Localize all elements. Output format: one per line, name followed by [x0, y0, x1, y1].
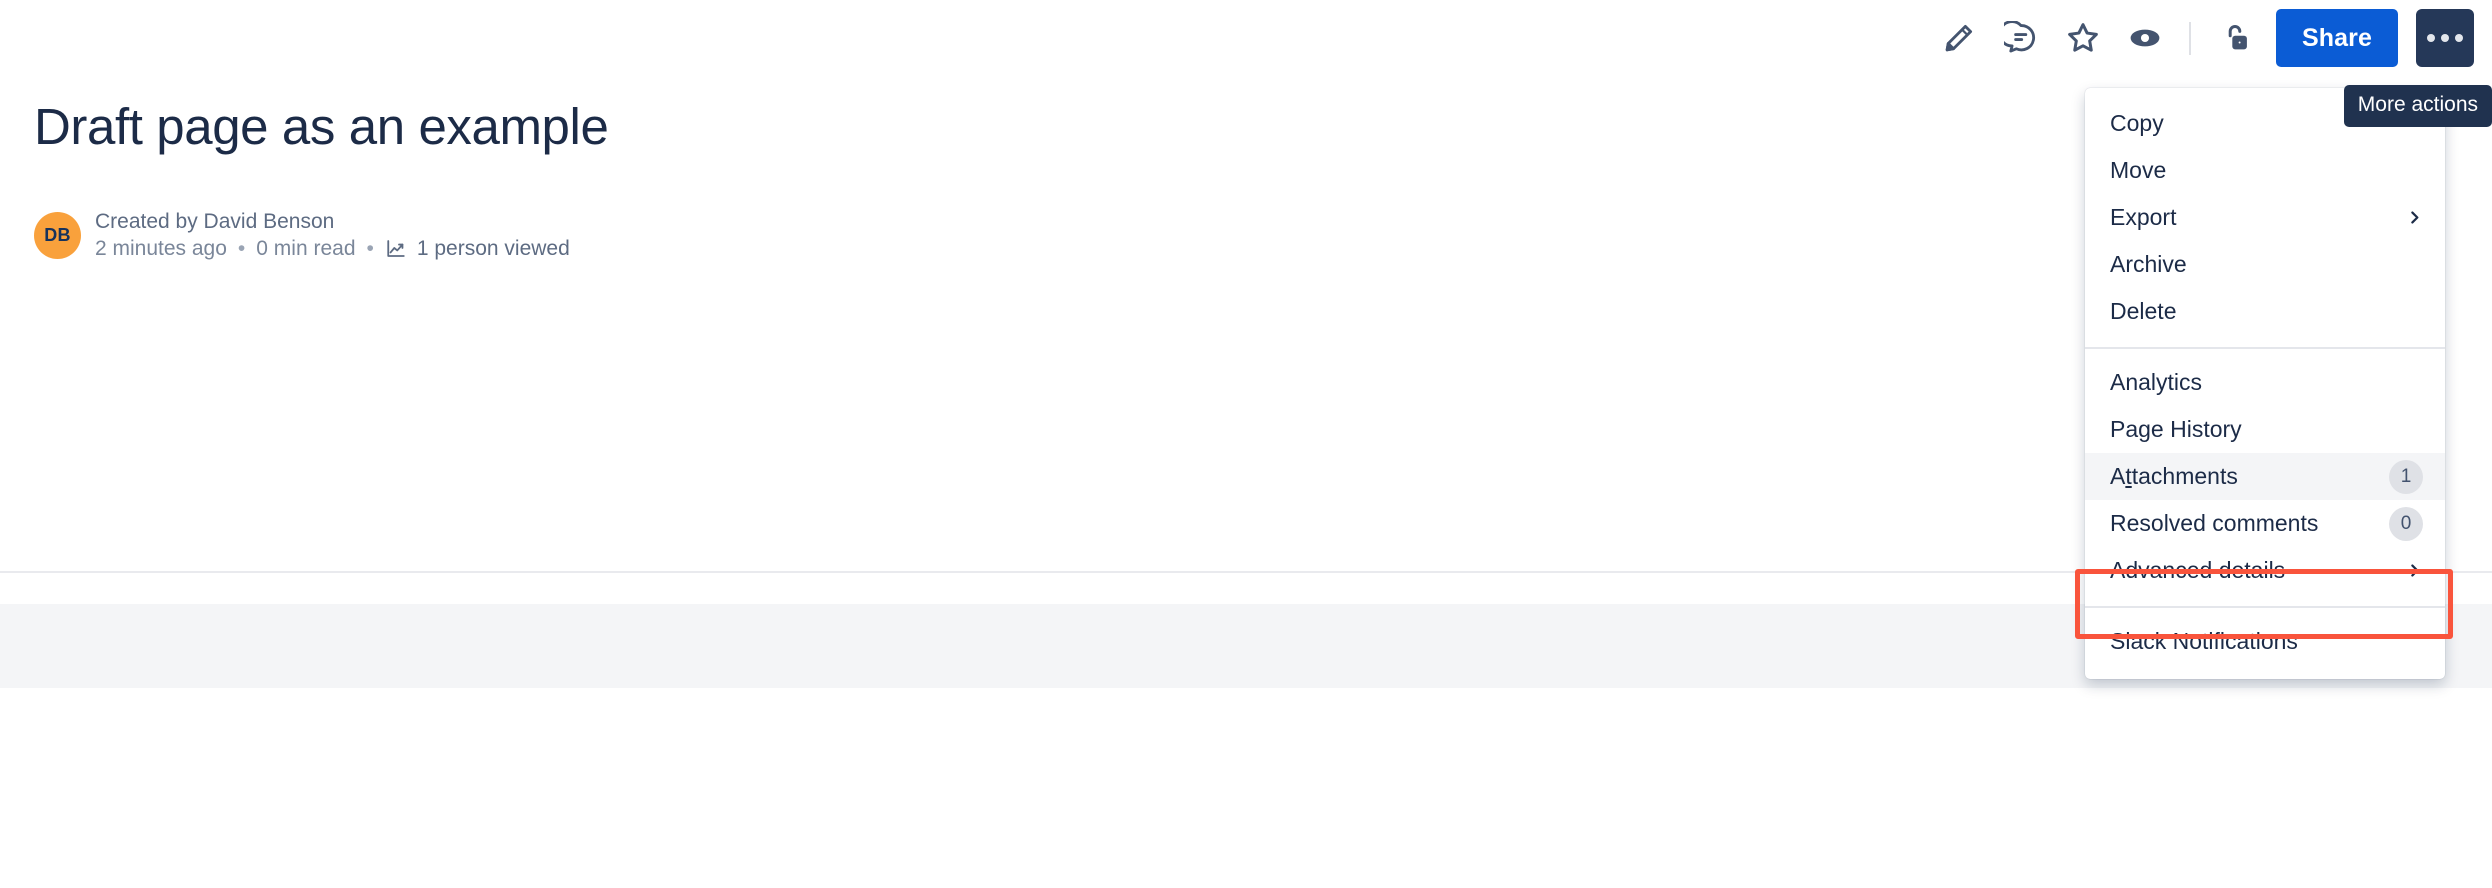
menu-item-label: Move — [2110, 157, 2167, 183]
menu-item-label: Page History — [2110, 416, 2242, 442]
menu-item-slack-notifications[interactable]: Slack Notifications — [2085, 618, 2445, 665]
menu-item-label: Export — [2110, 204, 2177, 230]
menu-item-move[interactable]: Move — [2085, 147, 2445, 194]
menu-item-label: Analytics — [2110, 369, 2203, 395]
page-title: Draft page as an example — [34, 98, 609, 155]
read-time-label: 0 min read — [256, 237, 356, 260]
menu-item-label: Resolved comments — [2110, 510, 2319, 536]
views-label: 1 person viewed — [416, 237, 570, 260]
menu-separator — [2085, 606, 2445, 608]
menu-item-attachments[interactable]: Attachments 1 — [2085, 453, 2445, 500]
menu-item-export[interactable]: Export — [2085, 194, 2445, 241]
edit-pencil-icon-button[interactable] — [1928, 7, 1990, 69]
unlocked-padlock-icon — [2218, 21, 2252, 55]
menu-item-label: Advanced details — [2110, 557, 2286, 583]
chevron-right-icon — [2405, 562, 2423, 579]
comment-icon — [2004, 21, 2038, 55]
toolbar-divider — [2189, 21, 2192, 55]
menu-item-page-history[interactable]: Page History — [2085, 406, 2445, 453]
menu-item-archive[interactable]: Archive — [2085, 241, 2445, 288]
chevron-right-icon — [2405, 209, 2423, 226]
page-meta-line: 2 minutes ago • 0 min read • 1 person vi… — [95, 237, 570, 260]
unlocked-padlock-icon-button[interactable] — [2204, 7, 2266, 69]
menu-item-analytics[interactable]: Analytics — [2085, 359, 2445, 406]
comment-icon-button[interactable] — [1990, 7, 2052, 69]
page-byline: DB Created by David Benson 2 minutes ago… — [34, 211, 570, 260]
created-by-label: Created by David Benson — [95, 210, 335, 233]
meta-separator-1: • — [237, 237, 246, 260]
meta-separator-2: • — [366, 237, 374, 260]
more-actions-tooltip: More actions — [2343, 85, 2492, 127]
watch-eye-icon — [2127, 20, 2163, 56]
menu-item-label: Archive — [2110, 251, 2187, 277]
avatar[interactable]: DB — [34, 212, 81, 259]
menu-item-advanced-details[interactable]: Advanced details — [2085, 547, 2445, 594]
line-chart-icon — [385, 237, 408, 260]
menu-separator — [2085, 347, 2445, 349]
page-toolbar: Share — [1928, 0, 2474, 76]
more-actions-icon — [2427, 34, 2435, 42]
more-actions-icon-dot-2 — [2441, 34, 2449, 42]
edit-pencil-icon — [1942, 21, 1976, 55]
menu-item-badge: 0 — [2389, 506, 2423, 541]
menu-item-badge: 1 — [2389, 459, 2423, 494]
more-actions-icon-dot-3 — [2455, 34, 2463, 42]
time-ago-label: 2 minutes ago — [95, 237, 227, 260]
page-root: Share More actions Draft page as an exam… — [0, 0, 2492, 888]
menu-item-label: Delete — [2110, 298, 2177, 324]
more-actions-menu: Copy Move Export Archive Delete Analytics Page… — [2085, 88, 2445, 679]
byline-text: Created by David Benson 2 minutes ago • … — [95, 211, 570, 260]
watch-eye-icon-button[interactable] — [2114, 7, 2176, 69]
menu-item-resolved-comments[interactable]: Resolved comments 0 — [2085, 500, 2445, 547]
star-icon — [2065, 20, 2101, 56]
share-button[interactable]: Share — [2276, 9, 2398, 67]
star-icon-button[interactable] — [2052, 7, 2114, 69]
menu-item-delete[interactable]: Delete — [2085, 288, 2445, 335]
more-actions-button[interactable] — [2416, 9, 2474, 67]
menu-item-label: Slack Notifications — [2110, 628, 2298, 654]
menu-item-label: Attachments — [2110, 463, 2238, 489]
